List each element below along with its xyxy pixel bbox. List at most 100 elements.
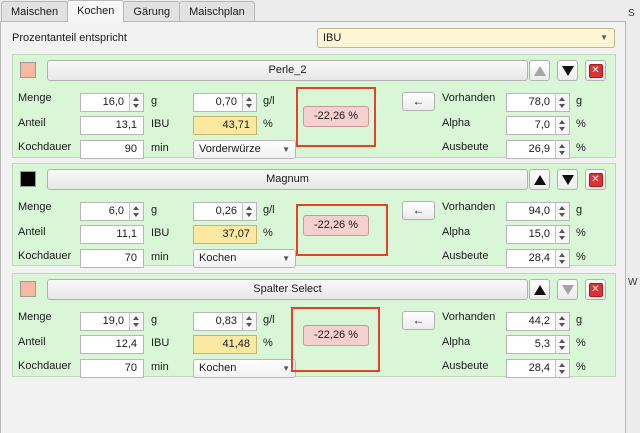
menge-gl-input[interactable]: 0,70	[193, 93, 257, 112]
tab-kochen[interactable]: Kochen	[67, 0, 125, 22]
move-up-button[interactable]	[529, 279, 550, 300]
ibu-unit: %	[263, 227, 273, 239]
stepper-icon[interactable]	[559, 229, 566, 240]
prozentanteil-select[interactable]: IBU ▼	[317, 28, 615, 48]
arrow-up-icon	[533, 174, 546, 185]
stepper-icon[interactable]	[246, 316, 253, 327]
menge-input[interactable]: 6,0	[80, 202, 144, 221]
ausbeute-label: Ausbeute	[442, 250, 489, 262]
menge-input[interactable]: 19,0	[80, 312, 144, 331]
anteil-label: Anteil	[18, 117, 46, 129]
chevron-down-icon: ▼	[600, 33, 608, 42]
zeitpunkt-select[interactable]: Kochen ▼	[193, 249, 296, 268]
hop-color-swatch[interactable]	[20, 62, 36, 78]
delete-hop-button[interactable]: ✕	[585, 169, 606, 190]
kochdauer-input[interactable]: 90	[80, 140, 144, 159]
move-down-button[interactable]	[557, 169, 578, 190]
zeitpunkt-select[interactable]: Vorderwürze ▼	[193, 140, 296, 159]
kochdauer-label: Kochdauer	[18, 360, 72, 372]
move-down-button[interactable]	[557, 60, 578, 81]
stepper-icon[interactable]	[559, 120, 566, 131]
menge-label: Menge	[18, 311, 52, 323]
vorhanden-unit: g	[576, 95, 583, 107]
prozentanteil-label: Prozentanteil entspricht	[12, 32, 127, 44]
alpha-input[interactable]: 15,0	[506, 225, 570, 244]
ausbeute-input[interactable]: 28,4	[506, 359, 570, 378]
stepper-icon[interactable]	[246, 97, 253, 108]
menge-gl-unit: g/l	[263, 95, 275, 107]
kochdauer-unit: min	[151, 142, 169, 154]
hop-color-swatch[interactable]	[20, 171, 36, 187]
vorhanden-input[interactable]: 78,0	[506, 93, 570, 112]
delete-hop-button[interactable]: ✕	[585, 60, 606, 81]
anteil-value: 12,4	[80, 335, 144, 354]
side-letter-top: S	[628, 8, 635, 19]
menge-gl-unit: g/l	[263, 204, 275, 216]
tab-maischplan[interactable]: Maischplan	[179, 1, 255, 22]
hop-name-button[interactable]: Spalter Select	[47, 279, 528, 300]
stepper-icon[interactable]	[559, 363, 566, 374]
alpha-unit: %	[576, 118, 586, 130]
ausbeute-input[interactable]: 26,9	[506, 140, 570, 159]
delete-hop-button[interactable]: ✕	[585, 279, 606, 300]
vorhanden-input[interactable]: 94,0	[506, 202, 570, 221]
stepper-icon[interactable]	[133, 206, 140, 217]
menge-gl-input[interactable]: 0,83	[193, 312, 257, 331]
stepper-icon[interactable]	[559, 206, 566, 217]
tab-gaerung[interactable]: Gärung	[123, 1, 181, 22]
anteil-unit: IBU	[151, 227, 170, 239]
use-stock-button[interactable]: ←	[402, 201, 435, 220]
kochdauer-input[interactable]: 70	[80, 249, 144, 268]
kochdauer-input[interactable]: 70	[80, 359, 144, 378]
highlight-annotation	[291, 307, 380, 372]
ibu-value: 41,48	[193, 335, 257, 354]
hop-card: Spalter Select ✕ Menge 19,0 g 0,83 g/l A…	[12, 273, 616, 378]
ausbeute-unit: %	[576, 361, 586, 373]
alpha-label: Alpha	[442, 226, 471, 238]
close-icon: ✕	[588, 172, 603, 187]
use-stock-button[interactable]: ←	[402, 311, 435, 330]
stepper-icon[interactable]	[246, 206, 253, 217]
ausbeute-input[interactable]: 28,4	[506, 249, 570, 268]
arrow-down-icon	[561, 284, 574, 295]
arrow-up-icon	[533, 65, 546, 76]
hop-color-swatch[interactable]	[20, 281, 36, 297]
tab-maischen[interactable]: Maischen	[1, 1, 69, 22]
chevron-down-icon: ▼	[282, 254, 290, 263]
stepper-icon[interactable]	[133, 97, 140, 108]
use-stock-button[interactable]: ←	[402, 92, 435, 111]
side-letter-bottom: W	[628, 277, 638, 288]
stepper-icon[interactable]	[559, 144, 566, 155]
kochdauer-unit: min	[151, 361, 169, 373]
alpha-input[interactable]: 7,0	[506, 116, 570, 135]
kochdauer-label: Kochdauer	[18, 250, 72, 262]
arrow-up-icon	[533, 284, 546, 295]
anteil-label: Anteil	[18, 336, 46, 348]
stepper-icon[interactable]	[559, 97, 566, 108]
stepper-icon[interactable]	[133, 316, 140, 327]
hop-name-button[interactable]: Perle_2	[47, 60, 528, 81]
move-up-button[interactable]	[529, 60, 550, 81]
anteil-unit: IBU	[151, 337, 170, 349]
vorhanden-unit: g	[576, 314, 583, 326]
vorhanden-input[interactable]: 44,2	[506, 312, 570, 331]
stepper-icon[interactable]	[559, 253, 566, 264]
chevron-down-icon: ▼	[282, 145, 290, 154]
menge-input[interactable]: 16,0	[80, 93, 144, 112]
vorhanden-label: Vorhanden	[442, 311, 496, 323]
alpha-input[interactable]: 5,3	[506, 335, 570, 354]
hop-card: Perle_2 ✕ Menge 16,0 g 0,70 g/l Anteil 1…	[12, 54, 616, 159]
zeitpunkt-select[interactable]: Kochen ▼	[193, 359, 296, 378]
menge-label: Menge	[18, 92, 52, 104]
stepper-icon[interactable]	[559, 316, 566, 327]
move-down-button[interactable]	[557, 279, 578, 300]
ausbeute-unit: %	[576, 142, 586, 154]
move-up-button[interactable]	[529, 169, 550, 190]
arrow-down-icon	[561, 65, 574, 76]
menge-gl-input[interactable]: 0,26	[193, 202, 257, 221]
hop-name-button[interactable]: Magnum	[47, 169, 528, 190]
vorhanden-label: Vorhanden	[442, 201, 496, 213]
vorhanden-unit: g	[576, 204, 583, 216]
stepper-icon[interactable]	[559, 339, 566, 350]
chevron-down-icon: ▼	[282, 364, 290, 373]
